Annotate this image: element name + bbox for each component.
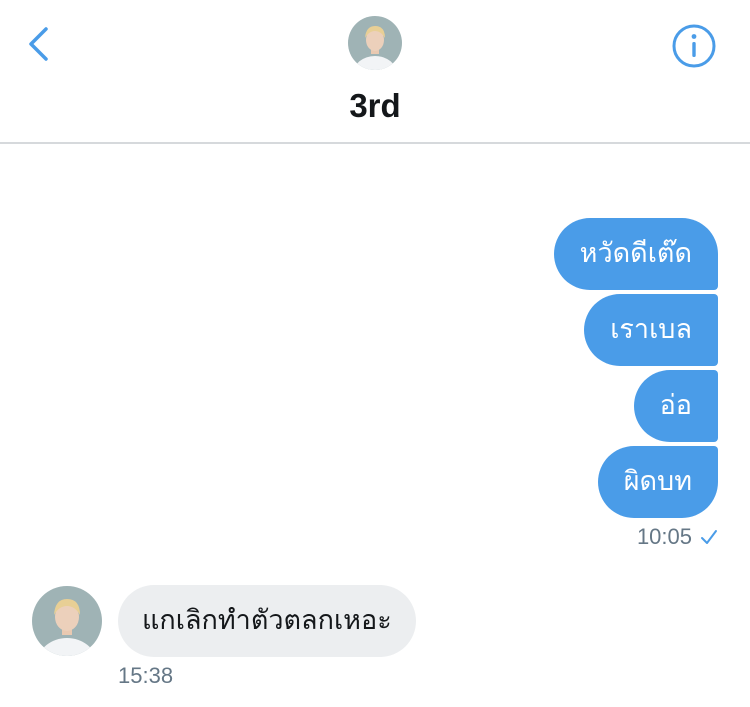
profile-photo — [348, 16, 402, 70]
dm-conversation-screen: 3rd หวัดดีเต๊ด เราเบล อ่อ ผิดบท 10:05 แก… — [0, 0, 750, 707]
message-text: หวัดดีเต๊ด — [579, 238, 692, 269]
conversation-header: 3rd — [0, 0, 750, 144]
outgoing-message[interactable]: อ่อ — [633, 370, 718, 442]
message-text: อ่อ — [659, 390, 692, 421]
profile-photo — [32, 586, 102, 656]
info-button[interactable] — [671, 23, 717, 69]
message-text: เราเบล — [610, 314, 692, 345]
message-text: ผิดบท — [623, 466, 692, 497]
info-icon — [672, 24, 716, 68]
outgoing-message[interactable]: หวัดดีเต๊ด — [553, 218, 718, 290]
outgoing-message[interactable]: เราเบล — [584, 294, 718, 366]
timestamp-text: 10:05 — [636, 524, 692, 549]
page-title: 3rd — [349, 87, 401, 124]
sent-check-icon — [701, 530, 717, 544]
message-timestamp: 15:38 — [118, 663, 174, 688]
message-text: แกเลิกทำตัวตลกเหอะ — [142, 605, 392, 636]
message-timestamp: 10:05 — [637, 524, 718, 550]
back-button[interactable] — [22, 24, 58, 64]
outgoing-message[interactable]: ผิดบท — [597, 446, 718, 518]
avatar[interactable] — [348, 16, 402, 70]
incoming-message[interactable]: แกเลิกทำตัวตลกเหอะ — [118, 585, 416, 657]
sender-avatar[interactable] — [32, 586, 102, 656]
chevron-left-icon — [29, 27, 48, 61]
